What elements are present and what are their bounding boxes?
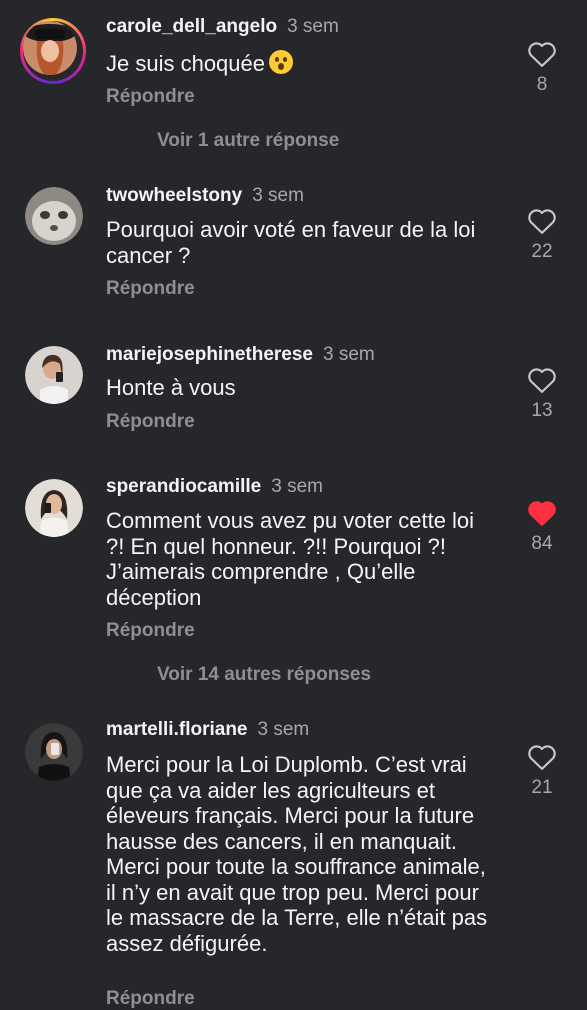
timestamp: 3 sem xyxy=(252,185,304,206)
avatar[interactable] xyxy=(25,723,83,781)
like-count: 8 xyxy=(536,74,548,95)
like-count: 84 xyxy=(531,533,553,554)
timestamp: 3 sem xyxy=(271,476,323,497)
view-replies-button[interactable]: Voir 1 autre réponse xyxy=(157,130,339,152)
comment-body: Je suis choquée xyxy=(106,51,265,76)
view-replies-button[interactable]: Voir 14 autres réponses xyxy=(157,664,371,686)
avatar[interactable] xyxy=(25,346,83,404)
astonished-face-emoji xyxy=(269,50,293,74)
like-count: 13 xyxy=(531,400,553,421)
avatar[interactable] xyxy=(25,187,83,245)
avatar[interactable] xyxy=(25,479,83,537)
reply-button[interactable]: Répondre xyxy=(106,278,195,300)
timestamp: 3 sem xyxy=(322,344,375,365)
like-control: 22 xyxy=(524,207,560,263)
username[interactable]: martelli.floriane xyxy=(106,719,248,740)
reply-button[interactable]: Répondre xyxy=(106,411,195,433)
comment-header: twowheelstony 3 sem xyxy=(106,185,304,207)
comment-text: Merci pour la Loi Duplomb. C’est vrai qu… xyxy=(106,752,488,956)
comment-header: martelli.floriane 3 sem xyxy=(106,719,309,741)
username[interactable]: sperandiocamille xyxy=(106,476,261,497)
like-control: 8 xyxy=(524,40,560,96)
heart-icon[interactable] xyxy=(527,40,557,68)
reply-button[interactable]: Répondre xyxy=(106,988,195,1010)
comment-header: carole_dell_angelo 3 sem xyxy=(106,16,339,38)
username[interactable]: twowheelstony xyxy=(106,185,242,206)
heart-icon[interactable] xyxy=(527,207,557,235)
comment-header: sperandiocamille 3 sem xyxy=(106,476,323,498)
comment-header: mariejosephinetherese 3 sem xyxy=(106,344,375,366)
comment-text: Je suis choquée xyxy=(106,50,496,77)
reply-button[interactable]: Répondre xyxy=(106,86,195,108)
like-count: 22 xyxy=(531,241,553,262)
username[interactable]: carole_dell_angelo xyxy=(106,16,277,37)
heart-icon[interactable] xyxy=(527,743,557,771)
like-control: 84 xyxy=(524,499,560,555)
reply-button[interactable]: Répondre xyxy=(106,620,195,642)
avatar[interactable] xyxy=(20,18,86,84)
like-control: 13 xyxy=(524,366,560,422)
timestamp: 3 sem xyxy=(257,719,310,740)
like-control: 21 xyxy=(524,743,560,799)
comment-text: Honte à vous xyxy=(106,375,236,400)
comment-text: Pourquoi avoir voté en faveur de la loi … xyxy=(106,217,476,268)
like-count: 21 xyxy=(531,777,553,798)
comment-text: Comment vous avez pu voter cette loi ?! … xyxy=(106,508,475,610)
heart-icon[interactable] xyxy=(527,366,557,394)
username[interactable]: mariejosephinetherese xyxy=(106,344,313,365)
timestamp: 3 sem xyxy=(287,16,339,37)
heart-filled-icon[interactable] xyxy=(527,499,557,527)
